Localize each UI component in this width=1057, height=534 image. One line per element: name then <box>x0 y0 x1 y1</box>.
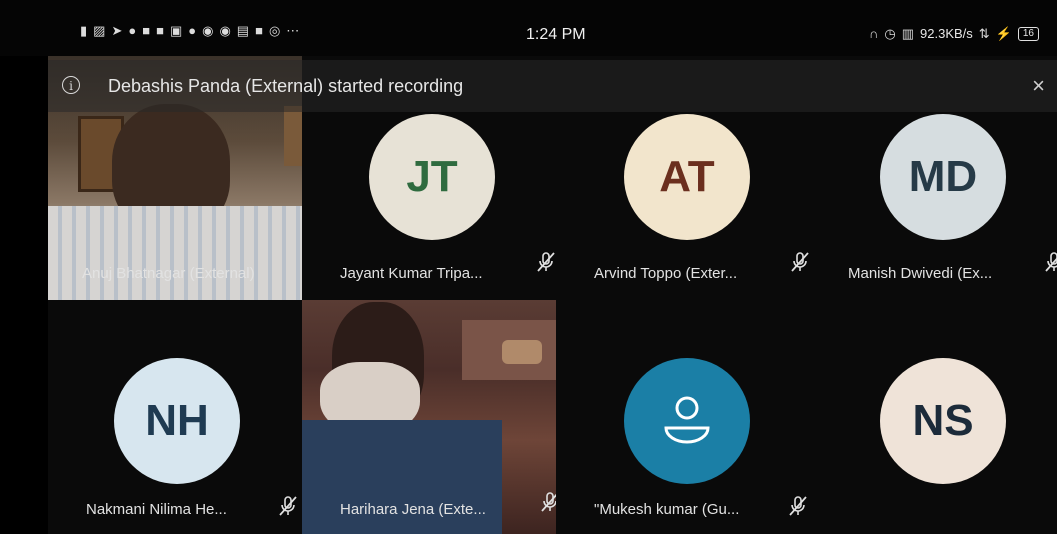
mic-off-icon <box>1045 252 1057 272</box>
participant-name: Jayant Kumar Tripa... <box>340 265 483 282</box>
wall-frame-right <box>284 106 302 166</box>
participant-tile-ns[interactable]: NS <box>810 300 1057 534</box>
participant-name: Nakmani Nilima He... <box>86 501 227 518</box>
close-icon[interactable]: × <box>1032 73 1045 99</box>
charging-icon: ⚡ <box>995 25 1012 41</box>
lte-icon: ▥ <box>901 25 915 41</box>
news-icon: ▤ <box>236 23 250 38</box>
mic-off-icon <box>541 492 556 512</box>
participant-tile-mukesh[interactable]: "Mukesh kumar (Gu... <box>556 300 810 534</box>
avatar: NH <box>114 358 240 484</box>
video-feed <box>302 300 556 534</box>
background-object <box>502 340 542 364</box>
person-shirt <box>48 206 302 300</box>
avatar: MD <box>880 114 1006 240</box>
participant-name: Arvind Toppo (Exter... <box>594 265 738 282</box>
avatar: JT <box>369 114 495 240</box>
video-icon: ■ <box>142 23 151 38</box>
chrome-icon: ◉ <box>202 23 214 38</box>
app-icon: ■ <box>255 23 263 38</box>
participant-name: Manish Dwivedi (Ex... <box>848 265 993 282</box>
avatar <box>624 358 750 484</box>
person-icon <box>664 396 710 444</box>
mic-off-icon <box>791 252 809 272</box>
participant-name: Anuj Bhatnagar (External) <box>82 265 255 282</box>
chat-icon: ● <box>128 23 137 38</box>
avatar: NS <box>880 358 1006 484</box>
info-icon: i <box>62 76 80 94</box>
notification-icons: ▮ ▨ ➤ ● ■ ■ ▣ ● ◉ ◉ ▤ ■ ◎ ⋯ <box>80 24 299 38</box>
chrome-icon-2: ◉ <box>219 23 231 38</box>
more-icon: ⋯ <box>286 23 300 38</box>
alert-icon: ● <box>188 23 197 38</box>
recording-banner: i Debashis Panda (External) started reco… <box>48 60 1057 112</box>
signal-icon: ▮ <box>80 23 88 38</box>
participant-tile-harihara[interactable]: Harihara Jena (Exte... <box>302 300 556 534</box>
headphones-icon: ∩ <box>869 25 879 41</box>
network-speed: 92.3KB/s <box>920 26 973 41</box>
system-icons: ∩ ◷ ▥ 92.3KB/s ⇅ ⚡ 16 <box>869 26 1039 41</box>
data-signal-icon: ⇅ <box>978 25 990 41</box>
participant-tile-nakmani[interactable]: NH Nakmani Nilima He... <box>48 300 302 534</box>
send-icon: ➤ <box>111 23 123 38</box>
facebook-icon: ■ <box>156 23 164 38</box>
camera-icon: ◎ <box>268 23 281 38</box>
alarm-icon: ◷ <box>884 25 896 41</box>
status-bar: ▮ ▨ ➤ ● ■ ■ ▣ ● ◉ ◉ ▤ ■ ◎ ⋯ 1:24 PM ∩ ◷ … <box>0 0 1057 56</box>
recording-banner-text: Debashis Panda (External) started record… <box>108 76 464 96</box>
mic-off-icon <box>537 252 555 272</box>
mic-off-icon <box>789 496 807 516</box>
battery-indicator: 16 <box>1017 26 1039 41</box>
mic-off-icon <box>279 496 297 516</box>
mail-icon: ▣ <box>169 23 183 38</box>
participant-name: "Mukesh kumar (Gu... <box>594 501 740 518</box>
image-icon: ▨ <box>93 23 106 38</box>
participant-name: Harihara Jena (Exte... <box>340 501 486 518</box>
clock: 1:24 PM <box>526 26 586 43</box>
avatar: AT <box>624 114 750 240</box>
